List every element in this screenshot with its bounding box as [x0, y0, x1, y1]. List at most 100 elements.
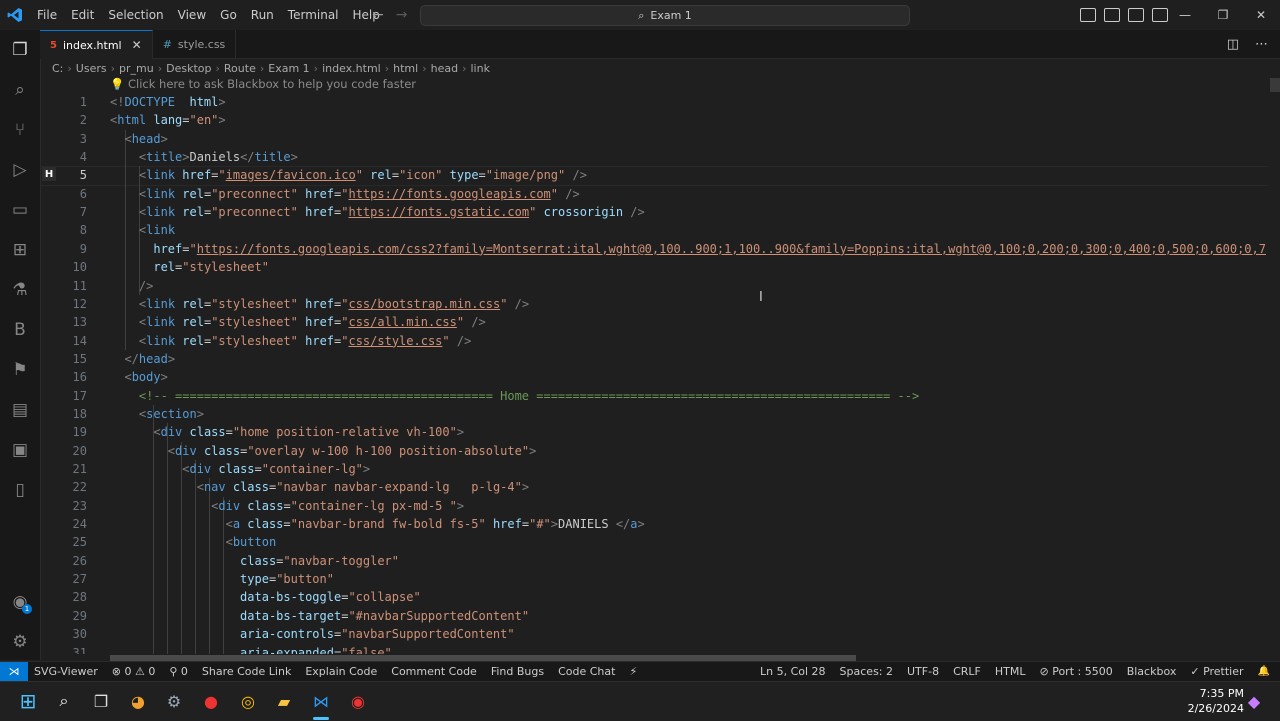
nav-arrows: ← → [372, 0, 407, 30]
bookmark-icon[interactable]: ⚑ [0, 350, 40, 390]
more-actions-icon[interactable]: ⋯ [1255, 37, 1268, 52]
back-arrow-icon[interactable]: ← [372, 7, 384, 23]
file-explorer-icon[interactable]: ▰ [272, 689, 296, 713]
code-line: 17 <!-- ================================… [40, 387, 1268, 405]
extensions-icon[interactable]: ⊞ [0, 230, 40, 270]
status-item[interactable]: UTF-8 [907, 665, 939, 678]
status-item[interactable]: Ln 5, Col 28 [760, 665, 826, 678]
run-debug-icon[interactable]: ▷ [0, 150, 40, 190]
spark-icon[interactable]: ⚡ [629, 665, 637, 678]
chat-app-icon[interactable]: ◕ [126, 689, 150, 713]
toggle-secondary-sidebar-icon[interactable] [1128, 8, 1144, 22]
status-right: Ln 5, Col 28 Spaces: 2 UTF-8 CRLF HTML ⊘ Port… [760, 662, 1270, 681]
code-token: data-bs-toggle [240, 590, 342, 605]
settings-gear-icon[interactable]: ⚙ [0, 622, 40, 662]
status-item[interactable]: Share Code Link [202, 665, 291, 678]
menu-item-edit[interactable]: Edit [64, 0, 101, 30]
status-item[interactable]: Spaces: 2 [840, 665, 893, 678]
code-token: css/all.min.css [348, 315, 457, 330]
breadcrumb-item[interactable]: pr_mu [119, 62, 154, 75]
menu-item-selection[interactable]: Selection [101, 0, 170, 30]
breadcrumb-item[interactable]: index.html [322, 62, 381, 75]
copilot-icon[interactable]: ◆ [1242, 689, 1266, 713]
windows-start-icon[interactable]: ⊞ [16, 689, 40, 713]
task-view-icon[interactable]: ❐ [89, 689, 113, 713]
breadcrumb-item[interactable]: Exam 1 [268, 62, 309, 75]
status-item[interactable]: Comment Code [391, 665, 477, 678]
code-token: rel [175, 315, 204, 330]
vscode-taskbar-icon[interactable]: ⋈ [309, 689, 333, 713]
code-line: 11 /> [40, 277, 1268, 295]
search-icon[interactable]: ⌕ [0, 70, 40, 110]
code-editor[interactable]: 1 <!DOCTYPE html> 2 <html lang="en"> 3 <head… [40, 92, 1268, 654]
tab-index-html[interactable]: 5 index.html ✕ [40, 30, 153, 59]
code-token: rel [175, 186, 204, 201]
menu-item-view[interactable]: View [171, 0, 213, 30]
status-item[interactable]: Find Bugs [491, 665, 544, 678]
tomato-app-icon[interactable]: ● [199, 689, 223, 713]
blackbox-hint[interactable]: 💡 Click here to ask Blackbox to help you… [110, 77, 416, 91]
menu-item-terminal[interactable]: Terminal [281, 0, 346, 30]
breadcrumb-item[interactable]: html [393, 62, 418, 75]
status-item[interactable]: HTML [995, 665, 1026, 678]
status-item[interactable]: Blackbox [1127, 665, 1177, 678]
source-control-icon[interactable]: ⑂ [0, 110, 40, 150]
settings-app-icon[interactable]: ⚙ [162, 689, 186, 713]
status-item[interactable]: CRLF [953, 665, 981, 678]
status-item[interactable]: SVG-Viewer [34, 665, 98, 678]
toggle-primary-sidebar-icon[interactable] [1080, 8, 1096, 22]
testing-icon[interactable]: ⚗ [0, 270, 40, 310]
status-item[interactable]: ⚲ 0 [169, 665, 188, 678]
device-icon[interactable]: ▯ [0, 470, 40, 510]
menu-item-file[interactable]: File [30, 0, 64, 30]
recorder-app-icon[interactable]: ◉ [346, 689, 370, 713]
remote-explorer-icon[interactable]: ▭ [0, 190, 40, 230]
restore-button[interactable]: ❐ [1204, 0, 1242, 30]
system-clock[interactable]: 7:35 PM 2/26/2024 [1188, 686, 1244, 716]
command-center-search[interactable]: ⌕ Exam 1 [420, 5, 910, 26]
breadcrumb-item[interactable]: Desktop [166, 62, 211, 75]
line-number: 30 [72, 627, 87, 642]
close-window-button[interactable]: ✕ [1242, 0, 1280, 30]
status-item[interactable]: Code Chat [558, 665, 615, 678]
breadcrumb-item[interactable]: C: [52, 62, 63, 75]
menu-item-run[interactable]: Run [244, 0, 281, 30]
minimize-button[interactable]: — [1166, 0, 1204, 30]
code-line: 31 aria-expanded="false" [40, 644, 1268, 655]
status-item[interactable]: ⊗ 0 ⚠ 0 [112, 665, 156, 678]
status-bar: ⋊ SVG-Viewer ⊗ 0 ⚠ 0 ⚲ 0 Share Code Link Exp… [0, 661, 1280, 681]
breadcrumb-item[interactable]: head [431, 62, 458, 75]
remote-indicator-icon[interactable]: ⋊ [0, 662, 28, 681]
breadcrumb-item[interactable]: Users [76, 62, 107, 75]
explorer-icon[interactable]: ❐ [0, 30, 40, 70]
status-item[interactable]: ✓ Prettier [1190, 665, 1243, 678]
breadcrumb-item[interactable]: link [470, 62, 489, 75]
status-item[interactable]: ⊘ Port : 5500 [1039, 665, 1112, 678]
close-icon[interactable]: ✕ [132, 38, 142, 52]
tab-style-css[interactable]: # style.css [153, 30, 237, 58]
code-token: "false" [341, 645, 392, 655]
status-item[interactable]: Explain Code [305, 665, 377, 678]
split-editor-icon[interactable]: ◫ [1227, 37, 1239, 52]
folder-icon[interactable]: ▤ [0, 390, 40, 430]
overview-ruler[interactable] [1268, 76, 1280, 654]
code-line: 8 <link [40, 221, 1268, 239]
notifications-bell-icon[interactable]: 🔔 [1258, 666, 1270, 677]
code-token: link [146, 315, 176, 330]
account-icon[interactable]: ◉ 1 [0, 582, 40, 622]
chrome-icon[interactable]: ◎ [236, 689, 260, 713]
code-token: > [160, 131, 168, 146]
blackbox-icon[interactable]: B [0, 310, 40, 350]
scroll-thumb-vertical[interactable] [1270, 78, 1280, 92]
code-token: < [153, 425, 161, 440]
toggle-panel-icon[interactable] [1104, 8, 1120, 22]
menu-item-go[interactable]: Go [213, 0, 244, 30]
taskbar-search-icon[interactable]: ⌕ [52, 689, 76, 713]
breadcrumb-item[interactable]: Route [224, 62, 256, 75]
code-token: /> [138, 278, 154, 293]
forward-arrow-icon[interactable]: → [396, 7, 408, 23]
window-icon[interactable]: ▣ [0, 430, 40, 470]
